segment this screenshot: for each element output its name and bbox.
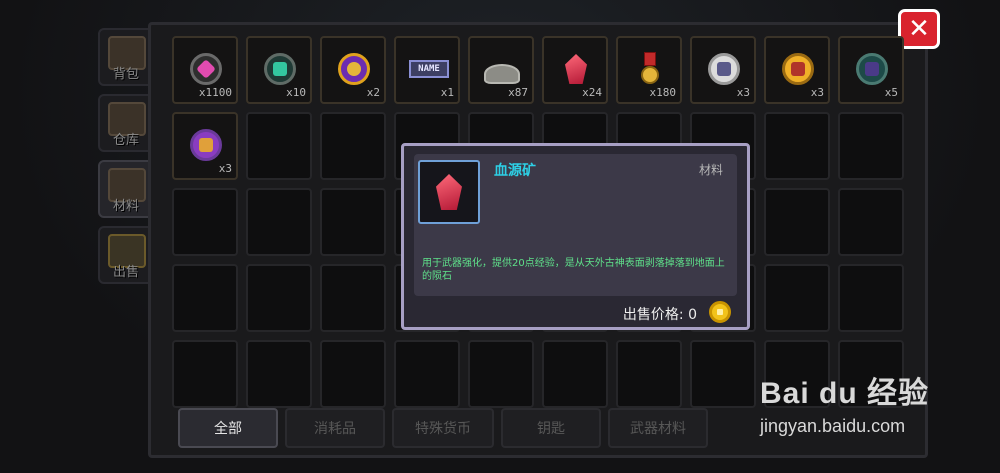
empty-slot[interactable]: [320, 112, 386, 180]
empty-slot[interactable]: [838, 264, 904, 332]
item-slot[interactable]: x3: [172, 112, 238, 180]
empty-slot[interactable]: [764, 112, 830, 180]
item-slot[interactable]: x87: [468, 36, 534, 104]
empty-slot[interactable]: [764, 264, 830, 332]
name-tag-icon: NAME: [408, 52, 450, 86]
gold-coin-icon: [709, 301, 731, 323]
item-detail-popup: 血源矿 材料 用于武器强化，提供20点经验，是从天外古神表面剥落掉落到地面上的陨…: [401, 143, 750, 330]
empty-slot[interactable]: [246, 188, 312, 256]
watermark-logo: Bai du 经验: [760, 377, 930, 410]
filter-consumables-label: 消耗品: [314, 421, 356, 437]
item-quantity: x3: [736, 86, 750, 99]
filter-consumables[interactable]: 消耗品: [285, 408, 385, 448]
close-button[interactable]: ✕: [898, 9, 940, 49]
tab-sell[interactable]: 出售: [98, 226, 154, 284]
blue-chest-orb-icon: [854, 52, 890, 86]
item-quantity: x24: [582, 86, 602, 99]
medal-icon: [632, 52, 668, 86]
watermark-url: jingyan.baidu.com: [760, 416, 906, 436]
filter-weapon-materials[interactable]: 武器材料: [608, 408, 708, 448]
item-quantity: x180: [649, 86, 677, 99]
empty-slot[interactable]: [246, 264, 312, 332]
empty-slot[interactable]: [468, 340, 534, 408]
empty-slot[interactable]: [764, 188, 830, 256]
empty-slot[interactable]: [246, 340, 312, 408]
silver-chest-orb-icon: [706, 52, 742, 86]
empty-slot[interactable]: [690, 340, 756, 408]
item-slot[interactable]: x24: [542, 36, 608, 104]
green-orb-icon: [262, 52, 298, 86]
blood-crystal-icon: [558, 52, 594, 86]
item-quantity: x1100: [198, 86, 232, 99]
empty-slot[interactable]: [246, 112, 312, 180]
filter-keys[interactable]: 钥匙: [501, 408, 601, 448]
filter-weapon-materials-label: 武器材料: [630, 421, 686, 437]
pink-gem-icon: [188, 52, 224, 86]
ore-rock-icon: [484, 52, 520, 86]
empty-slot[interactable]: [394, 340, 460, 408]
empty-slot[interactable]: [320, 188, 386, 256]
item-detail-card: 血源矿 材料 用于武器强化，提供20点经验，是从天外古神表面剥落掉落到地面上的陨…: [414, 154, 737, 296]
tab-backpack-label: 背包: [112, 67, 139, 82]
close-icon: ✕: [908, 14, 930, 44]
tab-materials[interactable]: 材料: [98, 160, 154, 218]
empty-slot[interactable]: [172, 264, 238, 332]
empty-slot[interactable]: [320, 264, 386, 332]
item-name: 血源矿: [494, 163, 536, 179]
empty-slot[interactable]: [172, 188, 238, 256]
tab-warehouse[interactable]: 仓库: [98, 94, 154, 152]
item-slot[interactable]: x3: [690, 36, 756, 104]
blood-crystal-icon: [418, 160, 480, 224]
item-slot[interactable]: x180: [616, 36, 682, 104]
item-quantity: x5: [884, 86, 898, 99]
empty-slot[interactable]: [320, 340, 386, 408]
empty-slot[interactable]: [172, 340, 238, 408]
category-filter-bar: 全部 消耗品 特殊货币 钥匙 武器材料: [178, 408, 708, 448]
item-slot[interactable]: x2: [320, 36, 386, 104]
item-slot[interactable]: x5: [838, 36, 904, 104]
filter-all[interactable]: 全部: [178, 408, 278, 448]
tab-warehouse-label: 仓库: [112, 133, 139, 148]
item-quantity: x1: [440, 86, 454, 99]
gold-chest-orb-icon: [780, 52, 816, 86]
purple-chest-orb-icon: [188, 128, 224, 162]
empty-slot[interactable]: [838, 112, 904, 180]
item-quantity: x87: [508, 86, 528, 99]
item-slot[interactable]: x10: [246, 36, 312, 104]
empty-slot[interactable]: [838, 188, 904, 256]
tab-materials-label: 材料: [112, 199, 139, 214]
item-slot[interactable]: x1100: [172, 36, 238, 104]
tab-sell-label: 出售: [112, 265, 139, 280]
item-quantity: x2: [366, 86, 380, 99]
sell-price: 出售价格: 0: [622, 307, 697, 323]
empty-slot[interactable]: [616, 340, 682, 408]
purple-coin-icon: [336, 52, 372, 86]
item-quantity: x3: [810, 86, 824, 99]
item-quantity: x10: [286, 86, 306, 99]
tab-backpack[interactable]: 背包: [98, 28, 154, 86]
empty-slot[interactable]: [542, 340, 608, 408]
filter-special-currency[interactable]: 特殊货币: [392, 408, 494, 448]
filter-keys-label: 钥匙: [537, 421, 565, 437]
item-description: 用于武器强化，提供20点经验，是从天外古神表面剥落掉落到地面上的陨石: [422, 258, 725, 282]
item-quantity: x3: [218, 162, 232, 175]
item-slot[interactable]: x3: [764, 36, 830, 104]
item-slot[interactable]: NAME x1: [394, 36, 460, 104]
filter-all-label: 全部: [214, 421, 242, 437]
baidu-watermark: Bai du 经验 jingyan.baidu.com: [760, 368, 929, 437]
name-tag-text: NAME: [409, 60, 449, 78]
item-category: 材料: [698, 163, 723, 177]
filter-special-currency-label: 特殊货币: [415, 421, 471, 437]
